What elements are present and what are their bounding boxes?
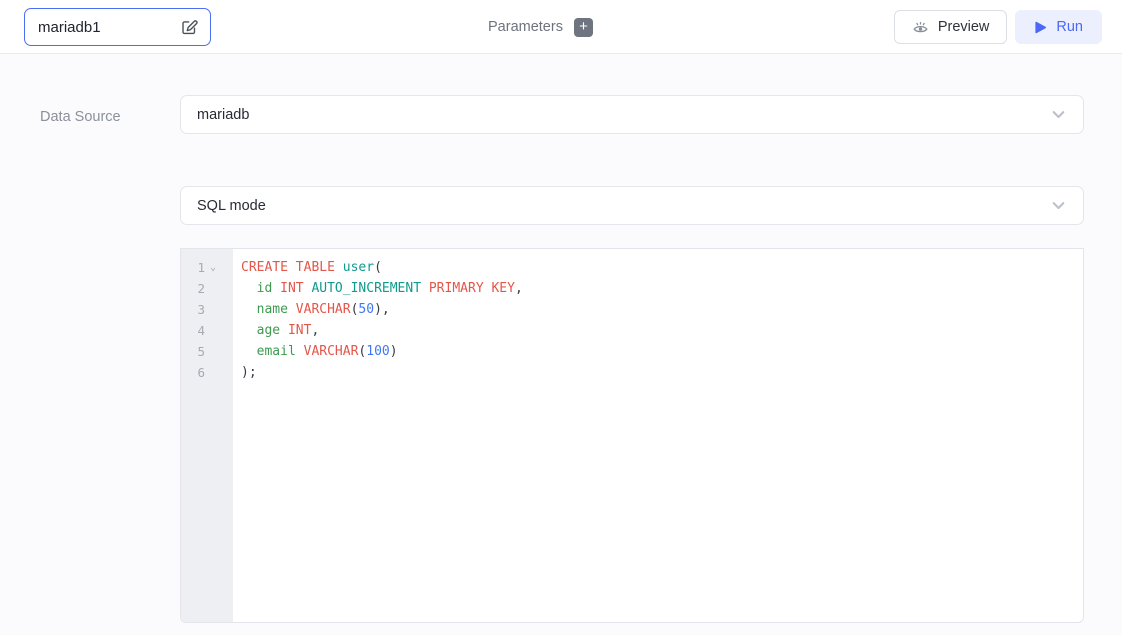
token-plain — [288, 302, 296, 317]
token-plain — [241, 344, 257, 359]
token-plain — [241, 302, 257, 317]
query-name-box[interactable] — [24, 8, 211, 46]
code-line[interactable]: id INT AUTO_INCREMENT PRIMARY KEY, — [241, 278, 1083, 299]
line-number-text: 5 — [193, 341, 205, 362]
chevron-down-icon — [1050, 106, 1067, 123]
token-type: user — [343, 260, 374, 275]
run-button[interactable]: Run — [1015, 10, 1102, 44]
fold-chevron-icon[interactable]: ⌄ — [210, 257, 216, 278]
token-plain — [272, 281, 280, 296]
eye-icon — [912, 20, 929, 35]
data-source-value: mariadb — [197, 107, 249, 123]
token-identifier: age — [257, 323, 280, 338]
token-identifier: id — [257, 281, 273, 296]
token-plain: ) — [390, 344, 398, 359]
token-number: 50 — [358, 302, 374, 317]
line-number[interactable]: 3 — [181, 299, 233, 320]
token-plain — [421, 281, 429, 296]
preview-button-label: Preview — [938, 19, 990, 35]
token-identifier: name — [257, 302, 288, 317]
line-number[interactable]: 2 — [181, 278, 233, 299]
top-bar: Parameters + Preview Run — [0, 0, 1122, 54]
sql-editor[interactable]: 1⌄23456 CREATE TABLE user( id INT AUTO_I… — [180, 248, 1084, 623]
add-parameter-button[interactable]: + — [574, 18, 593, 37]
token-plain — [296, 344, 304, 359]
editor-gutter: 1⌄23456 — [181, 249, 233, 622]
line-number-text: 1 — [193, 257, 205, 278]
token-keyword: PRIMARY KEY — [429, 281, 515, 296]
code-line[interactable]: name VARCHAR(50), — [241, 299, 1083, 320]
token-keyword: VARCHAR — [304, 344, 359, 359]
line-number[interactable]: 1⌄ — [181, 257, 233, 278]
run-button-label: Run — [1056, 19, 1083, 35]
token-keyword: CREATE TABLE — [241, 260, 343, 275]
parameters-label: Parameters — [488, 19, 563, 35]
token-plain: ), — [374, 302, 390, 317]
editor-code[interactable]: CREATE TABLE user( id INT AUTO_INCREMENT… — [233, 249, 1083, 622]
token-keyword: INT — [288, 323, 311, 338]
preview-button[interactable]: Preview — [894, 10, 1008, 44]
data-source-label: Data Source — [40, 109, 121, 125]
token-keyword: VARCHAR — [296, 302, 351, 317]
query-mode-value: SQL mode — [197, 198, 266, 214]
line-number[interactable]: 4 — [181, 320, 233, 341]
chevron-down-icon — [1050, 197, 1067, 214]
line-number-text: 4 — [193, 320, 205, 341]
query-mode-select[interactable]: SQL mode — [180, 186, 1084, 225]
token-type: AUTO_INCREMENT — [311, 281, 421, 296]
edit-pencil-icon[interactable] — [181, 19, 198, 36]
token-plain: , — [311, 323, 319, 338]
parameters-group: Parameters + — [488, 0, 593, 54]
token-keyword: INT — [280, 281, 303, 296]
code-line[interactable]: email VARCHAR(100) — [241, 341, 1083, 362]
query-name-input[interactable] — [38, 19, 181, 36]
code-line[interactable]: age INT, — [241, 320, 1083, 341]
line-number[interactable]: 6 — [181, 362, 233, 383]
play-icon — [1034, 21, 1047, 34]
code-line[interactable]: CREATE TABLE user( — [241, 257, 1083, 278]
topbar-actions: Preview Run — [894, 10, 1102, 44]
line-number[interactable]: 5 — [181, 341, 233, 362]
token-plain: , — [515, 281, 523, 296]
token-plain: ( — [374, 260, 382, 275]
token-plain — [280, 323, 288, 338]
line-number-text: 3 — [193, 299, 205, 320]
token-number: 100 — [366, 344, 389, 359]
line-number-text: 2 — [193, 278, 205, 299]
line-number-text: 6 — [193, 362, 205, 383]
token-identifier: email — [257, 344, 296, 359]
token-plain: ); — [241, 365, 257, 380]
token-plain — [241, 281, 257, 296]
data-source-select[interactable]: mariadb — [180, 95, 1084, 134]
token-plain — [241, 323, 257, 338]
code-line[interactable]: ); — [241, 362, 1083, 383]
